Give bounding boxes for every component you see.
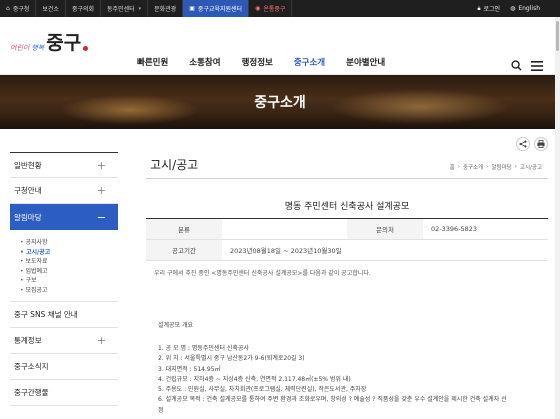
search-icon[interactable] [511, 56, 522, 75]
submenu-notices[interactable]: 공지사항 [20, 238, 118, 248]
topbar-link-district-office[interactable]: ⌂ 중구청 [0, 0, 37, 17]
breadcrumb: 홈 › 중구소개 › 알림마당 › 고시/공고 [450, 163, 542, 171]
logo-seal [83, 46, 89, 51]
topbar-link-education-center[interactable]: ▣ 중구교육지원센터 [183, 0, 250, 17]
period-value: 2023년08월18일 ~ 2023년10월30일 [230, 247, 342, 255]
period-label: 공고기간 [146, 240, 222, 260]
side-submenu: 공지사항 고시/공고 보도자료 입법예고 구보 모집공고 [10, 230, 118, 302]
topbar-link-council[interactable]: 중구의회 [66, 0, 102, 17]
english-link[interactable]: ◍ English [510, 5, 540, 12]
chevron-down-icon: ▾ [138, 5, 142, 12]
side-item-notice-board[interactable]: 알림마당 − [10, 204, 118, 230]
body-line: 5. 주용도 : 민원실, 사무실, 자치회관(프로그램실, 체력단련실), 작… [158, 386, 367, 394]
side-item-newsletter[interactable]: 중구소식지 [10, 354, 118, 380]
body-line: 3. 대지면적 : 514.95㎡ [158, 365, 221, 373]
side-item-sns[interactable]: 중구 SNS 채널 안내 [10, 302, 118, 328]
body-line: 1. 공 모 명 : 명동주민센터 신축공사 [158, 345, 249, 352]
breadcrumb-home[interactable]: 홈 [450, 163, 455, 171]
badge-icon: ◉ [255, 5, 261, 12]
building-icon: ▣ [189, 5, 195, 12]
main-navigation: 빠른민원 소통참여 행정정보 중구소개 분야별안내 [137, 56, 385, 68]
gnb-about[interactable]: 중구소개 [294, 56, 325, 68]
submenu-gazette[interactable]: 구보 [20, 276, 118, 286]
topbar-link-culture-tour[interactable]: 문화관광 [148, 0, 184, 17]
table-row: 공고기간 2023년08월18일 ~ 2023년10월30일 [146, 240, 548, 261]
post-title: 명동 주민센터 신축공사 설계공모 [284, 202, 410, 212]
overview-heading: 설계공모 개요 [158, 322, 194, 329]
gnb-admin-info[interactable]: 행정정보 [242, 56, 273, 68]
page-title: 고시/공고 [150, 158, 199, 172]
side-item-publications[interactable]: 중구간행물 [10, 380, 118, 406]
page-scrollbar[interactable] [555, 17, 560, 419]
body-line: 6. 설계공모 목적 : 건축 설계공모를 통하여 주변 환경과 조화로우며, … [158, 396, 507, 404]
post-info-table: 분류 문의처 02-3396-5823 공고기간 2023년08월18일 ~ 2… [146, 218, 548, 261]
site-logo[interactable]: 어린이 행복 중구 [10, 34, 89, 53]
submenu-announcements[interactable]: 고시/공고 [20, 248, 118, 258]
submenu-recruitment[interactable]: 모집공고 [20, 286, 118, 296]
side-item-office-guide[interactable]: 구청안내 + [10, 178, 118, 204]
print-button[interactable] [534, 137, 548, 151]
gnb-participation[interactable]: 소통참여 [189, 56, 220, 68]
post-intro: 우리 구에서 추진 중인 <명동주민센터 신축공사 설계공모>를 다음과 같이 … [154, 270, 371, 277]
side-item-general[interactable]: 일반현황 + [10, 152, 118, 178]
plus-icon: + [96, 158, 106, 172]
breadcrumb-current: 고시/공고 [519, 165, 542, 171]
topbar-link-ontong-junggu[interactable]: ◉ 온통중구 [249, 0, 293, 17]
utility-topbar: ⌂ 중구청 보건소 중구의회 동주민센터 ▾ 문화관광 ▣ 중구교육지원센터 ◉… [0, 0, 560, 17]
breadcrumb-separator-icon: › [457, 164, 460, 170]
plus-icon: + [96, 334, 106, 347]
body-line: 2. 위 치 : 서울특별시 중구 남산동2가 9-6(퇴계로20길 3) [158, 355, 305, 363]
topbar-link-community-center[interactable]: 동주민센터 ▾ [101, 0, 149, 17]
gnb-by-field[interactable]: 분야별안내 [346, 56, 385, 68]
category-label: 분류 [146, 219, 222, 239]
plus-icon: + [96, 184, 106, 197]
home-icon: ⌂ [6, 5, 10, 12]
breadcrumb-notice-board[interactable]: 알림마당 [491, 163, 511, 171]
contact-value: 02-3396-5823 [431, 225, 478, 233]
body-line: 정 [158, 406, 164, 414]
side-navigation: 일반현황 + 구청안내 + 알림마당 − 공지사항 고시/공고 보도자료 입법예… [10, 152, 118, 406]
breadcrumb-separator-icon: › [514, 164, 517, 170]
scrollbar-thumb[interactable] [556, 21, 559, 51]
post-body: 설계공모 개요 1. 공 모 명 : 명동주민센터 신축공사 2. 위 치 : … [158, 320, 546, 416]
submenu-legislation[interactable]: 입법예고 [20, 267, 118, 277]
lock-icon: 🔒︎ [477, 4, 481, 12]
body-line: 4. 건립규모 : 지하4층 ~ 지상4층 신축, 연면적 2,117.48㎡(… [158, 375, 351, 383]
side-item-statistics[interactable]: 통계정보 + [10, 328, 118, 354]
share-button[interactable] [516, 137, 530, 151]
submenu-press[interactable]: 보도자료 [20, 257, 118, 267]
main-content: 고시/공고 홈 › 중구소개 › 알림마당 › 고시/공고 명동 주민센터 신축… [146, 137, 548, 419]
globe-icon: ◍ [510, 5, 516, 12]
hero-banner: 중구소개 [0, 75, 560, 129]
table-row: 분류 문의처 02-3396-5823 [146, 219, 548, 240]
breadcrumb-separator-icon: › [486, 164, 489, 170]
minus-icon: − [96, 210, 106, 224]
gnb-quick-civil[interactable]: 빠른민원 [137, 56, 168, 68]
menu-icon[interactable] [531, 56, 543, 75]
breadcrumb-about[interactable]: 중구소개 [463, 163, 483, 171]
contact-label: 문의처 [347, 219, 423, 239]
topbar-link-health-center[interactable]: 보건소 [36, 0, 66, 17]
site-header: 어린이 행복 중구 빠른민원 소통참여 행정정보 중구소개 분야별안내 [0, 17, 560, 75]
category-value [222, 219, 347, 239]
login-link[interactable]: 🔒︎ 로그인 [477, 4, 500, 14]
hero-title: 중구소개 [254, 95, 306, 111]
